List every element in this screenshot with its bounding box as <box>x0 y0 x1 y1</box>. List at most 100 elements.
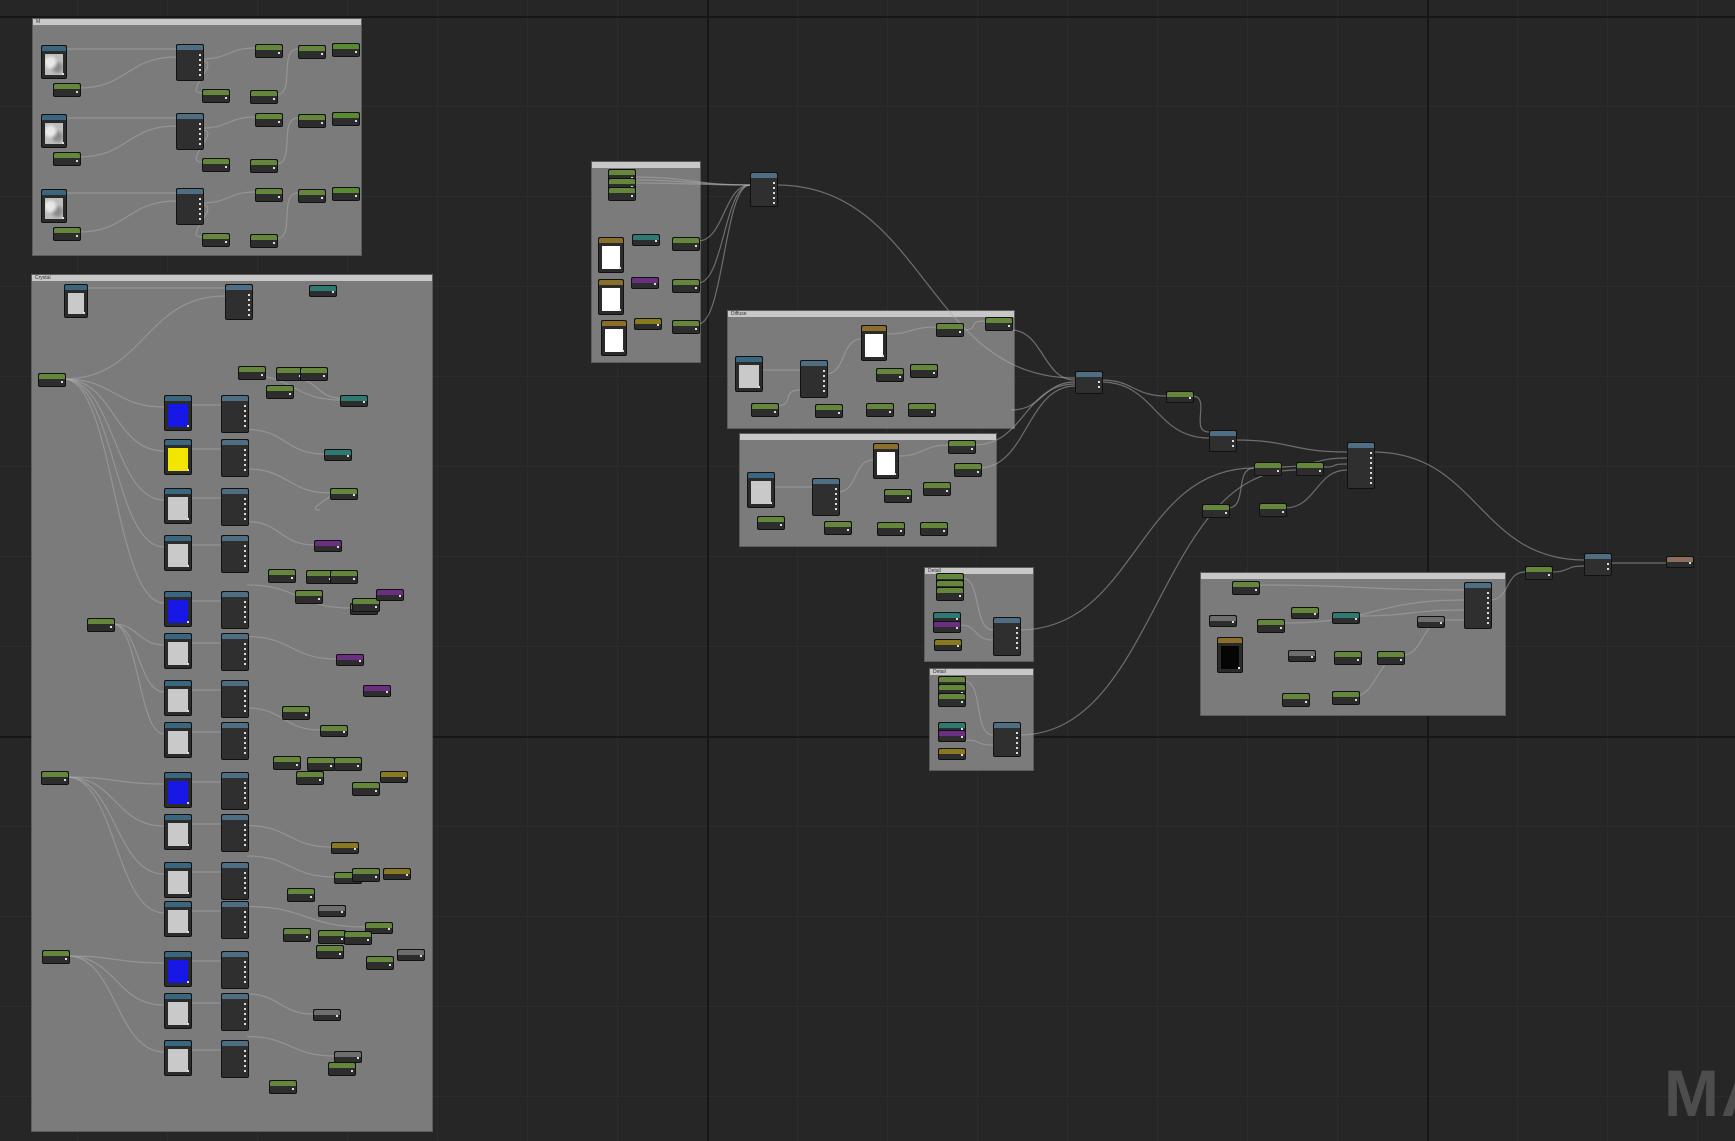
output-pin[interactable] <box>332 291 334 293</box>
math-node[interactable] <box>221 772 249 810</box>
node-header[interactable] <box>937 581 963 586</box>
node-header[interactable] <box>256 114 282 119</box>
output-pin[interactable] <box>278 121 280 123</box>
output-pin[interactable] <box>244 1050 246 1052</box>
output-pin[interactable] <box>244 961 246 963</box>
node-header[interactable] <box>609 188 635 193</box>
output-pin[interactable] <box>244 616 246 618</box>
node-header[interactable] <box>165 902 191 907</box>
output-pin[interactable] <box>244 1065 246 1067</box>
constant-node[interactable] <box>202 89 230 103</box>
output-pin[interactable] <box>1280 627 1282 629</box>
output-pin[interactable] <box>244 1023 246 1025</box>
constant-node[interactable] <box>1232 581 1260 595</box>
constant-node[interactable] <box>255 44 283 58</box>
node-header[interactable] <box>874 444 898 449</box>
node-header[interactable] <box>165 1041 191 1046</box>
node-header[interactable] <box>54 228 80 233</box>
output-pin[interactable] <box>351 1070 353 1072</box>
output-pin[interactable] <box>1016 632 1018 634</box>
texture-sample-node[interactable] <box>164 993 192 1029</box>
texture-sample-node[interactable] <box>164 488 192 524</box>
output-pin[interactable] <box>244 648 246 650</box>
output-pin[interactable] <box>1357 659 1359 661</box>
constant-node[interactable] <box>672 279 700 293</box>
output-pin[interactable] <box>1487 592 1489 594</box>
output-pin[interactable] <box>403 777 405 779</box>
output-pin[interactable] <box>1277 470 1279 472</box>
constant-node[interactable] <box>42 950 70 964</box>
node-header[interactable] <box>994 723 1020 728</box>
output-pin[interactable] <box>321 122 323 124</box>
node-header[interactable] <box>165 723 191 728</box>
output-pin[interactable] <box>343 731 345 733</box>
node-header[interactable] <box>165 863 191 868</box>
node-header[interactable] <box>813 479 839 484</box>
output-pin[interactable] <box>244 877 246 879</box>
constant-node[interactable] <box>202 233 230 247</box>
output-pin[interactable] <box>244 911 246 913</box>
output-pin[interactable] <box>695 245 697 247</box>
node-header[interactable] <box>1526 567 1552 572</box>
node-header[interactable] <box>937 588 963 593</box>
output-pin[interactable] <box>1370 462 1372 464</box>
constant-node[interactable] <box>1259 503 1287 517</box>
output-pin[interactable] <box>292 1088 294 1090</box>
output-pin[interactable] <box>354 848 356 850</box>
output-pin[interactable] <box>823 380 825 382</box>
output-pin[interactable] <box>278 52 280 54</box>
constant-node[interactable] <box>332 187 360 201</box>
output-pin[interactable] <box>347 455 349 457</box>
output-pin[interactable] <box>244 1003 246 1005</box>
node-header[interactable] <box>222 773 248 778</box>
output-pin[interactable] <box>386 691 388 693</box>
node-header[interactable] <box>251 235 277 240</box>
output-pin[interactable] <box>367 939 369 941</box>
output-pin[interactable] <box>1016 642 1018 644</box>
node-header[interactable] <box>673 321 699 326</box>
output-pin[interactable] <box>199 218 201 220</box>
output-pin[interactable] <box>244 872 246 874</box>
output-pin[interactable] <box>1548 574 1550 576</box>
node-header[interactable] <box>937 574 963 579</box>
texture-sample-node[interactable] <box>164 439 192 475</box>
node-header[interactable] <box>939 685 965 690</box>
output-pin[interactable] <box>244 747 246 749</box>
constant-node[interactable] <box>352 782 380 796</box>
vector-param-node[interactable] <box>632 234 660 246</box>
math-node[interactable] <box>221 722 249 760</box>
output-pin[interactable] <box>199 59 201 61</box>
output-pin[interactable] <box>199 198 201 200</box>
output-pin[interactable] <box>1355 618 1357 620</box>
node-header[interactable] <box>165 952 191 957</box>
constant-node[interactable] <box>332 43 360 57</box>
output-pin[interactable] <box>244 787 246 789</box>
texture-sample-node[interactable] <box>164 680 192 716</box>
constant-node[interactable] <box>1166 391 1194 403</box>
constant-node[interactable] <box>936 323 964 337</box>
output-pin[interactable] <box>199 74 201 76</box>
node-header[interactable] <box>274 757 300 762</box>
output-pin[interactable] <box>244 420 246 422</box>
constant-node[interactable] <box>282 706 310 720</box>
output-pin[interactable] <box>187 1070 189 1072</box>
math-node[interactable] <box>225 284 253 320</box>
output-pin[interactable] <box>244 976 246 978</box>
output-pin[interactable] <box>244 555 246 557</box>
output-pin[interactable] <box>959 331 961 333</box>
constant-node[interactable] <box>53 227 81 241</box>
vector-param-node[interactable] <box>631 277 659 289</box>
constant-node[interactable] <box>330 570 358 584</box>
output-pin[interactable] <box>244 824 246 826</box>
output-pin[interactable] <box>244 802 246 804</box>
constant-node[interactable] <box>366 956 394 970</box>
math-node[interactable] <box>221 488 249 526</box>
output-pin[interactable] <box>244 981 246 983</box>
constant-node[interactable] <box>273 756 301 770</box>
texture-sample-node[interactable] <box>164 901 192 937</box>
node-header[interactable] <box>88 619 114 624</box>
node-header[interactable] <box>345 932 371 937</box>
node-header[interactable] <box>949 441 975 446</box>
node-header[interactable] <box>878 523 904 528</box>
node-header[interactable] <box>816 405 842 410</box>
